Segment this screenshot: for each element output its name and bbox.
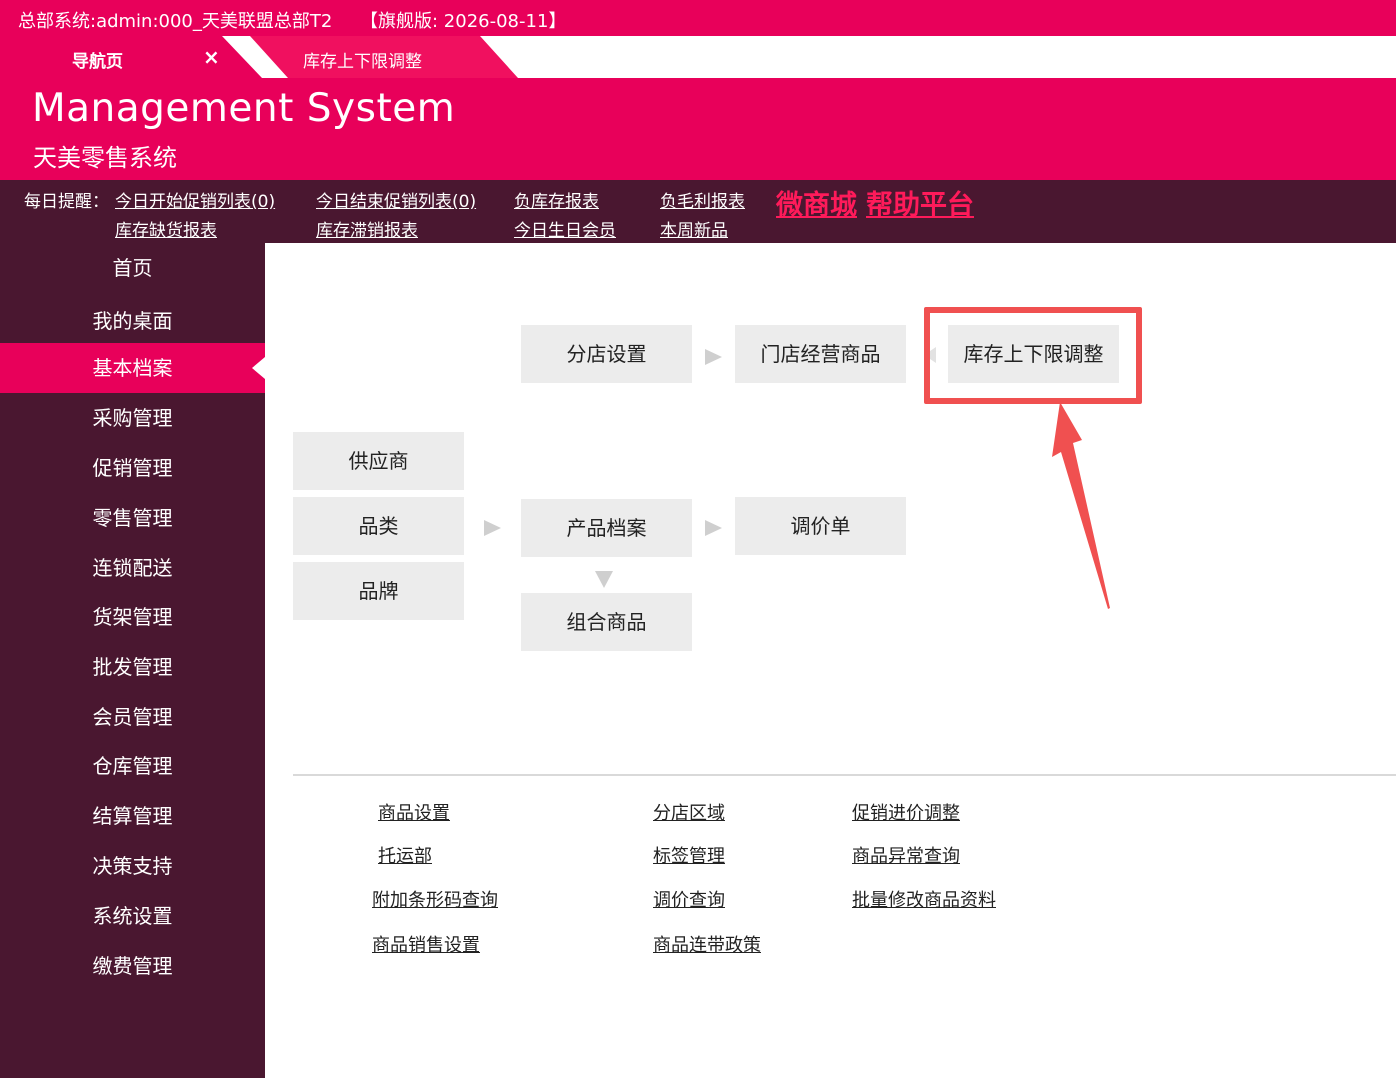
sidebar-item-billing[interactable]: 缴费管理 (0, 941, 265, 991)
arrow-right-icon (705, 520, 722, 536)
sidebar-item-label: 货架管理 (92, 605, 173, 629)
sidebar-item-label: 我的桌面 (92, 309, 173, 333)
sidebar-item-label: 仓库管理 (92, 754, 173, 778)
sidebar-item-system-settings[interactable]: 系统设置 (0, 891, 265, 941)
help-platform-link[interactable]: 帮助平台 (866, 183, 974, 222)
sidebar-item-label: 批发管理 (92, 655, 173, 679)
link-promo-cost-adjust[interactable]: 促销进价调整 (852, 799, 960, 825)
daily-reminder-bar: 每日提醒： 今日开始促销列表(0) 今日结束促销列表(0) 负库存报表 负毛利报… (0, 180, 1396, 243)
tab-stock-limits-label: 库存上下限调整 (303, 52, 422, 72)
sidebar-item-chain-distribution[interactable]: 连锁配送 (0, 543, 265, 593)
link-product-anomaly-query[interactable]: 商品异常查询 (852, 842, 960, 868)
sidebar-item-label: 首页 (112, 256, 153, 280)
reminder-link-new-products[interactable]: 本周新品 (660, 216, 728, 241)
reminder-prefix: 每日提醒： (24, 192, 109, 212)
edition-label: 【旗舰版: 2026-08-11】 (360, 11, 567, 32)
reminder-link-negative-stock[interactable]: 负库存报表 (514, 187, 599, 212)
supplier-button[interactable]: 供应商 (293, 432, 464, 490)
sidebar-item-promotions[interactable]: 促销管理 (0, 443, 265, 493)
close-icon[interactable]: × (203, 45, 220, 69)
link-batch-edit-products[interactable]: 批量修改商品资料 (852, 886, 996, 912)
link-product-sales-settings[interactable]: 商品销售设置 (372, 931, 480, 957)
tab-navigation-label: 导航页 (72, 52, 123, 72)
brand-title: Management System (32, 86, 456, 131)
reminder-link-slow-moving[interactable]: 库存滞销报表 (316, 216, 418, 241)
tab-stock-limits[interactable]: 库存上下限调整 (250, 36, 518, 78)
sidebar-item-purchasing[interactable]: 采购管理 (0, 393, 265, 443)
sidebar-item-retail[interactable]: 零售管理 (0, 493, 265, 543)
callout-arrow-icon (1052, 402, 1110, 609)
sidebar-item-label: 缴费管理 (92, 954, 173, 978)
micro-mall-link[interactable]: 微商城 (776, 183, 857, 222)
sidebar-item-shelves[interactable]: 货架管理 (0, 592, 265, 642)
sidebar-item-decision-support[interactable]: 决策支持 (0, 841, 265, 891)
link-extra-barcode-query[interactable]: 附加条形码查询 (372, 886, 498, 912)
reminder-link-birthday-members[interactable]: 今日生日会员 (514, 216, 616, 241)
tab-strip: 导航页 × 库存上下限调整 (0, 36, 1396, 78)
window-title: 总部系统:admin:000_天美联盟总部T2 (18, 11, 333, 32)
sidebar-item-label: 采购管理 (92, 406, 173, 430)
link-price-query[interactable]: 调价查询 (653, 886, 725, 912)
highlight-box (924, 307, 1142, 404)
sidebar-item-warehouse[interactable]: 仓库管理 (0, 741, 265, 791)
product-file-button[interactable]: 产品档案 (521, 499, 692, 557)
sidebar-item-label: 会员管理 (92, 705, 173, 729)
sidebar-item-members[interactable]: 会员管理 (0, 692, 265, 742)
link-product-settings[interactable]: 商品设置 (378, 799, 450, 825)
header-banner: Management System 天美零售系统 (0, 78, 1396, 180)
sidebar-item-settlement[interactable]: 结算管理 (0, 791, 265, 841)
sidebar-item-label: 决策支持 (92, 854, 173, 878)
link-label-management[interactable]: 标签管理 (653, 842, 725, 868)
brand-subtitle: 天美零售系统 (33, 144, 177, 172)
sidebar-item-label: 促销管理 (92, 456, 173, 480)
link-shipping-dept[interactable]: 托运部 (378, 842, 432, 868)
bundle-products-button[interactable]: 组合商品 (521, 593, 692, 651)
tab-navigation[interactable]: 导航页 × (0, 36, 262, 78)
link-store-region[interactable]: 分店区域 (653, 799, 725, 825)
link-product-joint-policy[interactable]: 商品连带政策 (653, 931, 761, 957)
category-button[interactable]: 品类 (293, 497, 464, 555)
sidebar: 首页 我的桌面 基本档案 采购管理 促销管理 零售管理 连锁配送 货架管理 批发… (0, 243, 265, 1078)
section-divider (293, 774, 1396, 776)
reminder-link-out-of-stock[interactable]: 库存缺货报表 (115, 216, 217, 241)
price-adjust-button[interactable]: 调价单 (735, 497, 906, 555)
sidebar-item-label: 基本档案 (92, 356, 173, 380)
sidebar-item-label: 连锁配送 (92, 556, 173, 580)
reminder-link-negative-margin[interactable]: 负毛利报表 (660, 187, 745, 212)
reminder-link-promo-start[interactable]: 今日开始促销列表(0) (115, 187, 275, 212)
sidebar-item-label: 系统设置 (92, 904, 173, 928)
arrow-down-icon (595, 571, 613, 588)
sidebar-item-label: 零售管理 (92, 506, 173, 530)
arrow-right-icon (705, 349, 722, 365)
sidebar-item-home[interactable]: 首页 (0, 243, 265, 293)
brand-button[interactable]: 品牌 (293, 562, 464, 620)
arrow-right-icon (484, 520, 501, 536)
store-products-button[interactable]: 门店经营商品 (735, 325, 906, 383)
store-settings-button[interactable]: 分店设置 (521, 325, 692, 383)
reminder-link-promo-end[interactable]: 今日结束促销列表(0) (316, 187, 476, 212)
sidebar-item-basic-files[interactable]: 基本档案 (0, 343, 265, 393)
sidebar-item-wholesale[interactable]: 批发管理 (0, 642, 265, 692)
sidebar-item-my-desktop[interactable]: 我的桌面 (0, 296, 265, 346)
sidebar-item-label: 结算管理 (92, 804, 173, 828)
title-bar: 总部系统:admin:000_天美联盟总部T2 【旗舰版: 2026-08-11… (0, 0, 1396, 36)
